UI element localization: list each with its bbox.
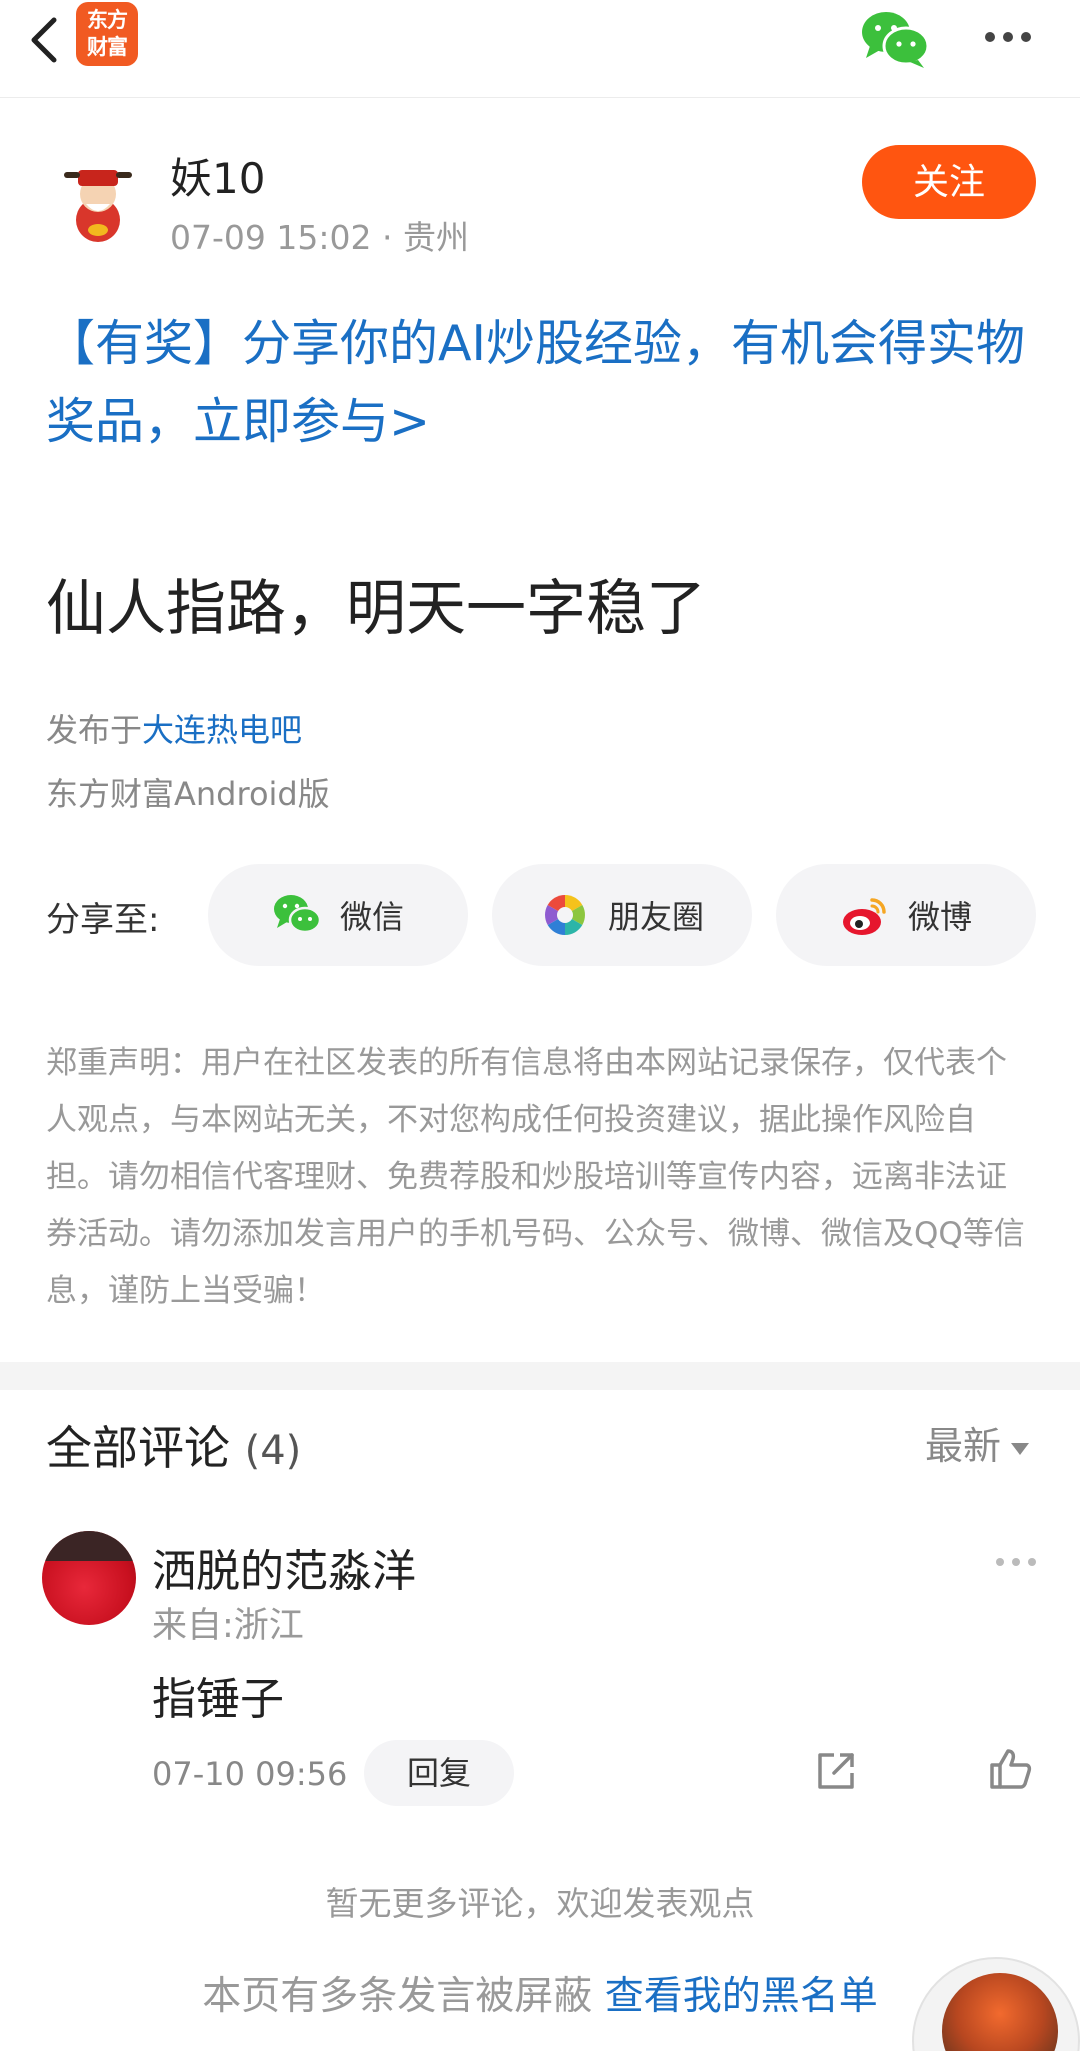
- author-name[interactable]: 妖10: [170, 145, 265, 206]
- section-divider: [0, 1362, 1080, 1390]
- forum-link[interactable]: 大连热电吧: [142, 711, 302, 749]
- commenter-location: 来自:浙江: [152, 1606, 304, 1646]
- comment-more-icon[interactable]: [994, 1555, 1038, 1569]
- author-row: 妖10 07-09 15:02 · 贵州 关注: [0, 135, 1080, 257]
- published-prefix: 发布于: [46, 711, 143, 749]
- top-bar: 东方 财富: [0, 0, 1080, 98]
- floating-avatar-image: [942, 1973, 1058, 2051]
- reply-button[interactable]: 回复: [364, 1740, 514, 1806]
- published-in: 发布于大连热电吧: [46, 705, 302, 751]
- share-wechat-label: 微信: [339, 898, 404, 936]
- blacklist-link[interactable]: 查看我的黑名单: [605, 1974, 878, 2019]
- author-avatar[interactable]: [60, 160, 136, 244]
- promo-link[interactable]: 【有奖】分享你的AI炒股经验，有机会得实物奖品，立即参与>: [46, 305, 1046, 461]
- sort-label: 最新: [925, 1424, 1002, 1468]
- post-title: 仙人指路，明天一字稳了: [46, 574, 706, 644]
- share-moments-label: 朋友圈: [607, 898, 704, 936]
- comments-title: 全部评论: [46, 1421, 230, 1475]
- disclaimer-text: 郑重声明：用户在社区发表的所有信息将由本网站记录保存，仅代表个人观点，与本网站无…: [46, 1045, 1025, 1309]
- back-arrow-icon[interactable]: [18, 10, 78, 70]
- share-weibo-label: 微博: [907, 898, 972, 936]
- comments-count: (4): [244, 1428, 302, 1474]
- comment-text: 指锤子: [152, 1674, 284, 1725]
- blocked-text: 本页有多条发言被屏蔽: [202, 1974, 593, 2019]
- share-out-icon[interactable]: [812, 1747, 860, 1795]
- share-wechat-button[interactable]: 微信: [208, 864, 468, 966]
- follow-button[interactable]: 关注: [862, 145, 1036, 219]
- wechat-icon: [273, 895, 322, 934]
- more-options-icon[interactable]: [982, 22, 1034, 52]
- share-row: 分享至: 微信 朋友圈 微博: [0, 862, 1080, 966]
- share-weibo-button[interactable]: 微博: [776, 864, 1036, 966]
- comments-heading: 全部评论 (4): [46, 1412, 301, 1478]
- caret-down-icon: [1011, 1442, 1030, 1455]
- wechat-icon[interactable]: [858, 8, 930, 70]
- commenter-avatar[interactable]: [42, 1531, 136, 1625]
- client-source: 东方财富Android版: [46, 775, 330, 813]
- commenter-name[interactable]: 洒脱的范淼洋: [152, 1535, 416, 1599]
- logo-line-2: 财富: [87, 35, 128, 59]
- post-meta: 07-09 15:02 · 贵州: [170, 218, 469, 257]
- app-logo[interactable]: 东方 财富: [76, 2, 138, 66]
- thumbs-up-icon[interactable]: [986, 1745, 1034, 1793]
- share-label: 分享至:: [46, 900, 160, 940]
- logo-line-1: 东方: [87, 8, 128, 32]
- no-more-comments: 暂无更多评论，欢迎发表观点: [325, 1884, 755, 1923]
- comment-time: 07-10 09:56: [152, 1755, 348, 1793]
- sort-dropdown[interactable]: 最新: [925, 1415, 1030, 1470]
- comment-item: 洒脱的范淼洋 来自:浙江 指锤子 07-10 09:56 回复: [0, 1525, 1080, 1825]
- weibo-icon: [842, 898, 886, 935]
- moments-icon: [545, 895, 585, 935]
- share-moments-button[interactable]: 朋友圈: [492, 864, 752, 966]
